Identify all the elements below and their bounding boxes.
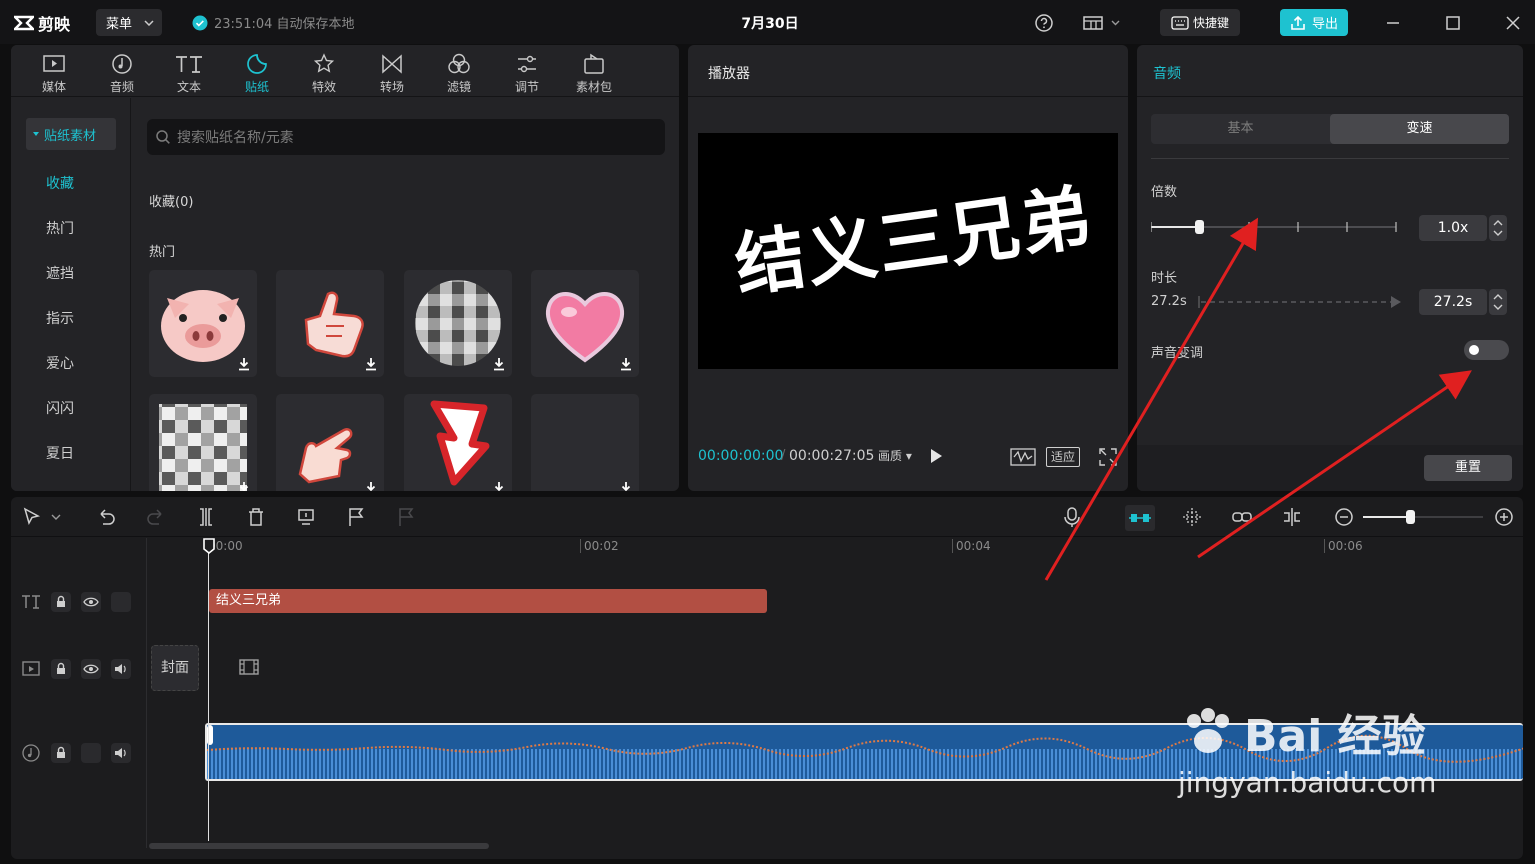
watermark-url: jingyan.baidu.com — [1178, 766, 1437, 799]
paw-icon — [1187, 708, 1229, 753]
watermark-brand: Bai 经验 — [1244, 711, 1426, 762]
baidu-watermark: Bai 经验 jingyan.baidu.com — [1178, 700, 1436, 799]
